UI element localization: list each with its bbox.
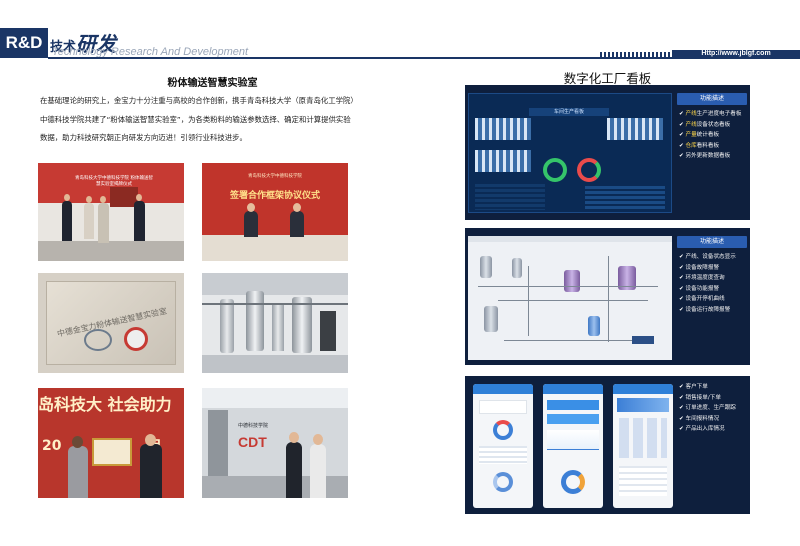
college-sign-text: 中德科技学院 [238, 423, 269, 429]
dashboard-panel-equipment: 功能描述 产线、设备状态显示 设备故障报警 环境温度度查询 设备功能报警 设备开… [465, 228, 750, 365]
panel3-feature-item: 产品出入库情况 [679, 424, 736, 435]
dashboard-panel-mobile: 客户下单 销售接单/下单 订单进度、生产跟踪 车间报料情况 产品出入库情况 [465, 376, 750, 514]
photo-agreement-signing: 青岛科技大学中德科技学院 签署合作框架协议仪式 [202, 163, 348, 261]
website-url[interactable]: Http://www.jblgf.com [672, 50, 800, 58]
lab-title: 粉体输送智慧实验室 [167, 78, 258, 89]
panel2-func-label: 功能描述 [677, 236, 747, 248]
header-dots [600, 52, 670, 57]
panel2-feature-list: 产线、设备状态显示 设备故障报警 环境温度度查询 设备功能报警 设备开停机曲线 … [679, 252, 736, 316]
panel2-feature-item: 设备运行故障报警 [679, 305, 736, 316]
photo-unveiling-ceremony: 青岛科技大学中德科技学院 粉体输送智慧实验室揭牌仪式 [38, 163, 184, 261]
panel2-feature-item: 环境温度度查询 [679, 273, 736, 284]
panel2-feature-item: 设备功能报警 [679, 284, 736, 295]
college-cdt-logo: CDT [238, 434, 267, 450]
mobile-screen-2 [543, 384, 603, 508]
equipment-process-diagram [468, 236, 672, 360]
panel1-feature-item: 产量统计看板 [679, 130, 741, 141]
panel2-feature-item: 设备故障报警 [679, 263, 736, 274]
panel2-feature-item: 设备开停机曲线 [679, 294, 736, 305]
panel3-feature-item: 订单进度、生产跟踪 [679, 403, 735, 414]
mobile-screen-3 [613, 384, 673, 508]
signing-banner-line1: 青岛科技大学中德科技学院 [248, 174, 302, 179]
award-banner-text: 岛科技大 社会助力 [38, 395, 172, 414]
panel3-feature-item: 销售接单/下单 [679, 393, 736, 404]
panel1-func-label: 功能描述 [677, 93, 747, 105]
production-screen: 车间生产看板 [468, 93, 672, 213]
photo-college-entrance: 中德科技学院 CDT [202, 388, 348, 498]
panel1-feature-item: 另外更新数据看板 [679, 151, 741, 162]
award-banner-year: 20 [42, 438, 62, 454]
production-screen-title: 车间生产看板 [529, 108, 609, 116]
photo-lab-plaque: 中德金宝力粉体输送智慧实验室 [38, 273, 184, 373]
panel3-feature-list: 客户下单 销售接单/下单 订单进度、生产跟踪 车间报料情况 产品出入库情况 [679, 382, 736, 435]
panel1-feature-item: 仓库看料看板 [679, 141, 741, 152]
photo-award-ceremony: 岛科技大 社会助力 20 月 [38, 388, 184, 498]
mobile-screen-1 [473, 384, 533, 508]
dashboard-panel-production: 车间生产看板 功能描述 产线生产进度电子看板 产线设备状态看板 产量统计看板 仓… [465, 85, 750, 220]
panel1-feature-item: 产线设备状态看板 [679, 120, 741, 131]
panel3-feature-item: 客户下单 [679, 382, 736, 393]
photo-lab-equipment [202, 273, 348, 373]
panel3-feature-item: 车间报料情况 [679, 414, 736, 425]
lab-description: 在基础理论的研究上，金宝力十分注重与高校的合作创新，携手青岛科技大学（原青岛化工… [40, 96, 355, 142]
panel1-feature-list: 产线生产进度电子看板 产线设备状态看板 产量统计看板 仓库看料看板 另外更新数据… [679, 109, 741, 162]
panel2-feature-item: 产线、设备状态显示 [679, 252, 735, 263]
panel1-feature-item: 产线生产进度电子看板 [679, 109, 741, 120]
rd-logo: R&D [0, 28, 48, 58]
signing-banner-line2: 签署合作框架协议仪式 [229, 191, 320, 201]
